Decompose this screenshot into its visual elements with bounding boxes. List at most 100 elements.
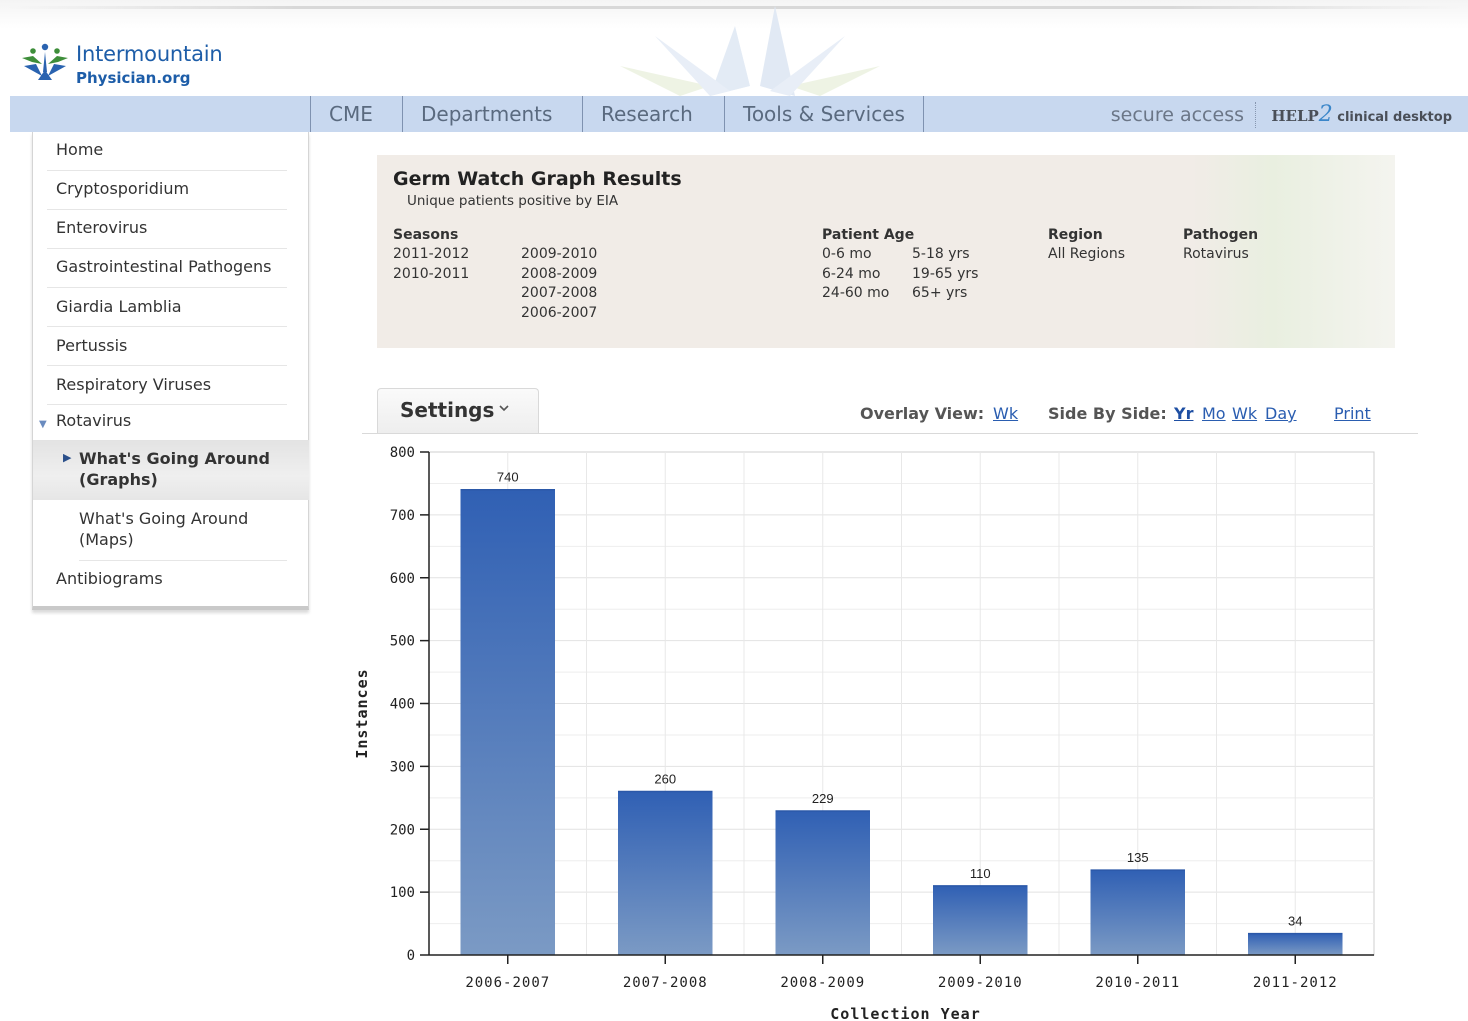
x-axis-title: Collection Year: [830, 1005, 980, 1021]
side-by-side-day-link[interactable]: Day: [1265, 404, 1297, 423]
x-tick-label: 2011-2012: [1253, 975, 1338, 991]
sidebar-item-label: Antibiograms: [56, 569, 163, 588]
logo-figures-icon: [22, 43, 68, 80]
sidebar-subitem-maps-line1: What's Going Around: [79, 509, 249, 528]
settings-label: Settings: [400, 398, 495, 422]
region-value: All Regions: [1048, 246, 1126, 262]
sidebar-divider: [79, 560, 287, 561]
data-label: 135: [1127, 850, 1149, 865]
x-tick-label: 2010-2011: [1095, 975, 1180, 991]
sidebar-subitem-maps-line2: (Maps): [79, 530, 134, 549]
logo-text-intermountain: Intermountain: [76, 42, 223, 66]
data-label: 229: [812, 791, 834, 806]
results-title: Germ Watch Graph Results: [393, 168, 682, 190]
overlay-view-label: Overlay View:: [860, 404, 985, 423]
chevron-down-icon: [499, 405, 509, 412]
region-header: Region: [1048, 227, 1103, 243]
seasons-column-2: 2009-2010 2008-2009 2007-2008 2006-2007: [521, 245, 597, 323]
y-tick-label: 800: [390, 445, 415, 461]
sidebar-item-label: Respiratory Viruses: [56, 375, 212, 394]
sidebar-item-label: Cryptosporidium: [56, 179, 190, 198]
sidebar-item-label: Pertussis: [56, 336, 128, 355]
sidebar-subitem-graphs-line1: What's Going Around: [79, 449, 270, 468]
overlay-week-link[interactable]: Wk: [993, 404, 1018, 423]
sidebar: Home Cryptosporidium Enterovirus Gastroi…: [32, 132, 309, 610]
age-value: 0-6 mo: [822, 246, 872, 262]
expand-triangle-icon: ▼: [39, 419, 47, 430]
secure-access-link[interactable]: secure access: [1111, 96, 1244, 132]
seasons-header: Seasons: [393, 227, 459, 243]
x-tick-label: 2008-2009: [780, 975, 865, 991]
results-subtitle: Unique patients positive by EIA: [407, 193, 619, 209]
pathogen-header: Pathogen: [1183, 227, 1259, 243]
sidebar-item-antibiograms[interactable]: Antibiograms: [47, 562, 287, 596]
side-by-side-label: Side By Side:: [1048, 404, 1167, 423]
site-header: Intermountain Physician.org: [0, 0, 1468, 96]
site-logo[interactable]: Intermountain Physician.org: [18, 42, 223, 92]
age-value: 19-65 yrs: [912, 265, 979, 282]
bar-2009-2010: [933, 885, 1028, 955]
sidebar-item-label: Rotavirus: [56, 411, 132, 430]
y-tick-label: 700: [390, 508, 415, 524]
print-link[interactable]: Print: [1334, 404, 1371, 423]
sidebar-item-enterovirus[interactable]: Enterovirus: [47, 210, 287, 249]
sidebar-item-label: Gastrointestinal Pathogens: [56, 257, 272, 276]
y-tick-label: 500: [390, 634, 415, 650]
nav-tools-services[interactable]: Tools & Services: [724, 96, 924, 132]
help2-number: 2: [1318, 102, 1333, 127]
main-navigation: CME Departments Research Tools & Service…: [10, 96, 1468, 132]
side-by-side-week-link[interactable]: Wk: [1232, 404, 1257, 423]
season-value: 2008-2009: [521, 265, 598, 282]
sidebar-item-pertussis[interactable]: Pertussis: [47, 327, 287, 366]
sidebar-item-label: Giardia Lamblia: [56, 297, 182, 316]
sidebar-item-cryptosporidium[interactable]: Cryptosporidium: [47, 171, 287, 210]
sidebar-item-label: Enterovirus: [56, 218, 148, 237]
seasons-column-1: 2011-2012 2010-2011: [393, 245, 469, 284]
pathogen-value: Rotavirus: [1183, 246, 1249, 262]
sidebar-item-respiratory-viruses[interactable]: Respiratory Viruses: [47, 366, 287, 405]
bar-chart: 740 2006-2007 260 2007-2008 229 2008-2009 110 2…: [353, 445, 1375, 1021]
side-by-side-month-link[interactable]: Mo: [1202, 404, 1226, 423]
settings-dropdown[interactable]: Settings: [377, 388, 539, 433]
sidebar-subitem-maps[interactable]: What's Going Around (Maps): [79, 508, 248, 550]
season-value: 2009-2010: [521, 246, 598, 262]
patient-age-header: Patient Age: [822, 227, 915, 243]
y-tick-label: 600: [390, 571, 415, 587]
bar-2008-2009: [775, 811, 870, 955]
data-label: 740: [497, 470, 519, 485]
sidebar-item-rotavirus[interactable]: Rotavirus: [47, 405, 287, 440]
y-tick-label: 300: [390, 759, 415, 775]
season-value: 2006-2007: [521, 304, 598, 321]
help2-text: HELP: [1271, 107, 1319, 125]
bar-2006-2007: [460, 489, 555, 955]
bar-2010-2011: [1090, 870, 1185, 955]
side-by-side-year-link[interactable]: Yr: [1174, 404, 1193, 423]
settings-divider: [362, 433, 1418, 434]
x-tick-label: 2007-2008: [623, 975, 708, 991]
sidebar-item-giardia-lamblia[interactable]: Giardia Lamblia: [47, 288, 287, 327]
data-label: 34: [1288, 914, 1302, 929]
y-tick-label: 0: [407, 948, 415, 964]
help2-clinical-desktop-link[interactable]: HELP2 clinical desktop: [1271, 96, 1452, 132]
x-tick-label: 2006-2007: [465, 975, 550, 991]
logo-text-physician-org: Physician.org: [76, 69, 191, 87]
nav-cme[interactable]: CME: [310, 96, 391, 132]
play-triangle-icon: ▶: [63, 451, 72, 464]
data-label: 110: [970, 866, 991, 881]
sidebar-subitem-graphs-line2: (Graphs): [79, 470, 158, 489]
nav-research[interactable]: Research: [582, 96, 711, 132]
age-value: 65+ yrs: [912, 285, 968, 301]
sidebar-item-gastrointestinal-pathogens[interactable]: Gastrointestinal Pathogens: [47, 249, 287, 288]
y-axis-title: Instances: [353, 668, 371, 758]
sidebar-subitem-graphs-label: What's Going Around (Graphs): [79, 448, 270, 490]
age-column-2: 5-18 yrs 19-65 yrs 65+ yrs: [912, 245, 978, 304]
age-value: 6-24 mo: [822, 265, 881, 282]
nav-departments[interactable]: Departments: [402, 96, 570, 132]
clinical-desktop-text: clinical desktop: [1337, 110, 1452, 125]
season-value: 2007-2008: [521, 285, 598, 301]
header-star-graphic: [620, 6, 880, 96]
age-value: 5-18 yrs: [912, 246, 970, 262]
bar-2007-2008: [618, 791, 713, 955]
nav-separator: [1255, 102, 1256, 128]
sidebar-item-home[interactable]: Home: [47, 132, 287, 171]
